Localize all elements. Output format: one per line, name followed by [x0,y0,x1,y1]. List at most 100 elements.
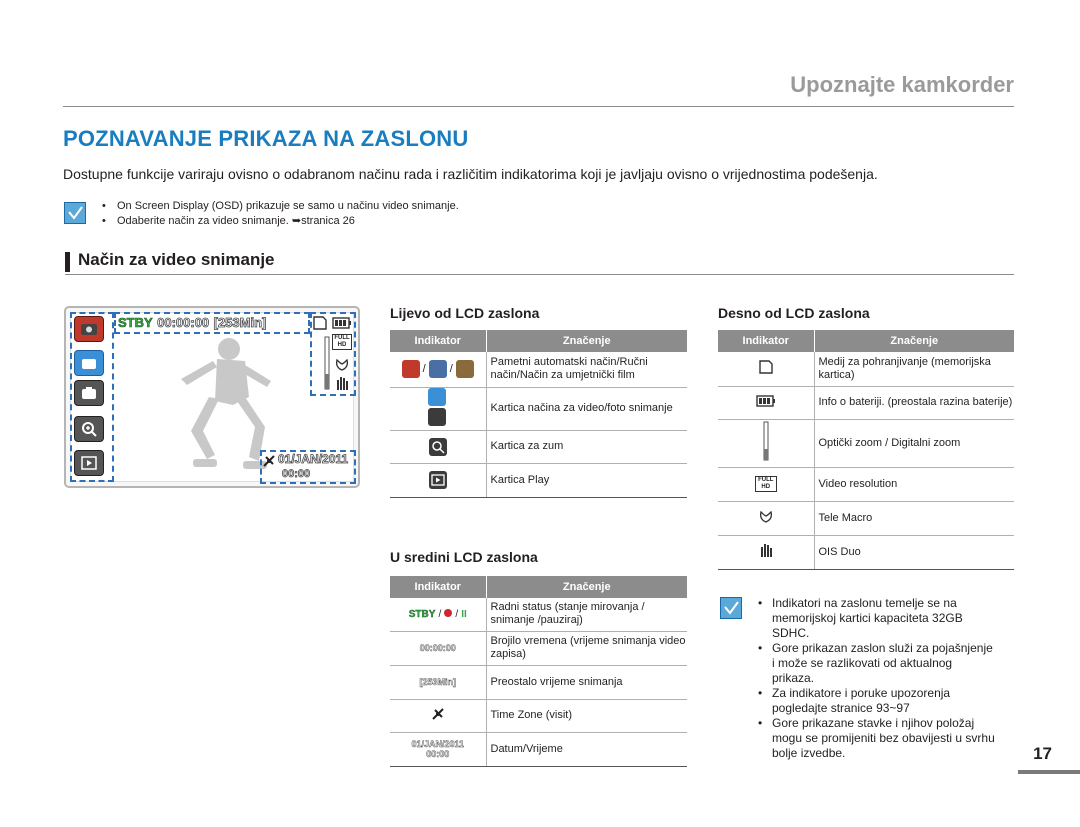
zoom-bar-icon [763,421,769,461]
table-row: Tele Macro [718,501,1014,536]
indicator-cell [718,535,815,570]
meaning-cell: Datum/Vrijeme [486,732,687,767]
stby-indicator: STBY [408,608,436,620]
meaning-cell: Kartica načina za video/foto snimanje [486,387,687,431]
intro-text: Dostupne funkcije variraju ovisno o odab… [63,166,878,182]
zoom-tab[interactable] [74,416,104,442]
col-meaning-header: Značenje [486,330,687,352]
tele-macro-icon [759,510,772,523]
side-note-item: Za indikatore i poruke upozorenja pogled… [756,686,996,716]
indicator-cell [718,419,815,468]
notes-list: On Screen Display (OSD) prikazuje se sam… [100,199,459,229]
col-indicator-header: Indikator [718,330,815,352]
table-header-row: Indikator Značenje [718,330,1014,352]
indicator-cell: [253Min] [390,665,487,700]
table-row: Optički zoom / Digitalni zoom [718,419,1014,468]
memory-card-icon [313,316,327,330]
meaning-cell: Video resolution [814,467,1014,502]
time-counter: 00:00:00 [157,315,210,331]
battery-icon [332,317,351,329]
page-number: 17 [1033,744,1052,763]
zoom-tab-icon [428,437,447,456]
table-header-row: Indikator Značenje [390,330,687,352]
art-film-icon [455,360,474,379]
note-item: On Screen Display (OSD) prikazuje se sam… [100,199,459,214]
table-row: Info o bateriji. (preostala razina bater… [718,386,1014,420]
note-icon [720,597,742,619]
indicator-cell [718,501,815,536]
smart-auto-icon [401,360,420,379]
ois-duo-icon [337,377,348,390]
ois-duo-icon [760,544,772,557]
indicator-cell [718,386,815,420]
table-row: STBY / / II Radni status (stanje mirovan… [390,598,687,632]
side-notes-list: Indikatori na zaslonu temelje se na memo… [756,596,996,761]
meaning-cell: Kartica za zum [486,430,687,464]
section-title: Način za video snimanje [78,250,275,269]
time-zone-icon [432,707,444,720]
table-row: / / Pametni automatski način/Ručni način… [390,352,687,388]
side-note-item: Gore prikazane stavke i njihov položaj m… [756,716,996,761]
photo-mode-tab[interactable] [74,380,104,406]
memory-card-icon [759,360,773,374]
meaning-cell: Medij za pohranjivanje (memorijska karti… [814,352,1014,387]
play-tab[interactable] [74,450,104,476]
section-rule [65,274,1014,275]
meaning-cell: Info o bateriji. (preostala razina bater… [814,386,1014,420]
table-row: [253Min] Preostalo vrijeme snimanja [390,665,687,700]
page-number-bar [1018,770,1080,774]
table-header-row: Indikator Značenje [390,576,687,598]
lcd-date: 01/JAN/2011 [278,452,349,467]
indicator-cell [390,463,487,498]
video-tab-icon [427,387,446,406]
right-table-heading: Desno od LCD zaslona [718,305,870,321]
col-indicator-header: Indikator [390,576,487,598]
center-table-heading: U sredini LCD zaslona [390,549,538,565]
table-row: 00:00:00 Brojilo vremena (vrijeme sniman… [390,631,687,666]
table-row: Kartica načina za video/foto snimanje [390,387,687,431]
clock-indicator: 00:00 [426,749,450,760]
meaning-cell: Kartica Play [486,463,687,498]
table-row: Time Zone (visit) [390,699,687,733]
video-mode-tab[interactable] [74,350,104,376]
col-indicator-header: Indikator [390,330,487,352]
indicator-cell: / / [390,352,487,388]
section-marker [65,252,70,272]
full-hd-icon: FULL HD [754,476,777,492]
note-item: Odaberite način za video snimanje. ➥stra… [100,214,459,229]
photo-tab-icon [427,407,446,426]
indicator-cell: 00:00:00 [390,631,487,666]
tele-macro-icon [336,358,348,371]
remaining-time-indicator: [253Min] [419,676,456,687]
meaning-cell: Time Zone (visit) [486,699,687,733]
meaning-cell: Tele Macro [814,501,1014,536]
mode-icon[interactable] [74,316,104,342]
pause-icon: II [461,608,467,620]
play-tab-icon [428,471,447,489]
side-note-item: Gore prikazan zaslon služi za pojašnjenj… [756,641,996,686]
note-icon [64,202,86,224]
indicator-cell: STBY / / II [390,598,487,632]
table-row: Kartica za zum [390,430,687,464]
meaning-cell: Brojilo vremena (vrijeme snimanja video … [486,631,687,666]
left-indicator-table: Indikator Značenje / / Pametni automatsk… [390,330,687,498]
lcd-screen-illustration: STBY 00:00:00 [253Min] FULL HD 01/JAN/201… [64,306,360,488]
meaning-cell: Preostalo vrijeme snimanja [486,665,687,700]
stby-status: STBY [118,315,153,331]
meaning-cell: Optički zoom / Digitalni zoom [814,419,1014,468]
header-rule [63,106,1014,107]
time-zone-icon [263,455,275,467]
battery-icon [756,394,775,407]
indicator-cell [390,430,487,464]
center-indicator-table: Indikator Značenje STBY / / II Radni sta… [390,576,687,767]
top-status-row: STBY 00:00:00 [253Min] [118,314,267,332]
side-note-item: Indikatori na zaslonu temelje se na memo… [756,596,996,641]
col-meaning-header: Značenje [486,576,687,598]
indicator-cell [390,699,487,733]
table-row: FULL HD Video resolution [718,467,1014,502]
meaning-cell: OIS Duo [814,535,1014,570]
page-header-title: Upoznajte kamkorder [790,72,1014,97]
full-hd-icon: FULL HD [332,334,352,350]
meaning-cell: Radni status (stanje mirovanja / snimanj… [486,598,687,632]
table-row: OIS Duo [718,535,1014,570]
